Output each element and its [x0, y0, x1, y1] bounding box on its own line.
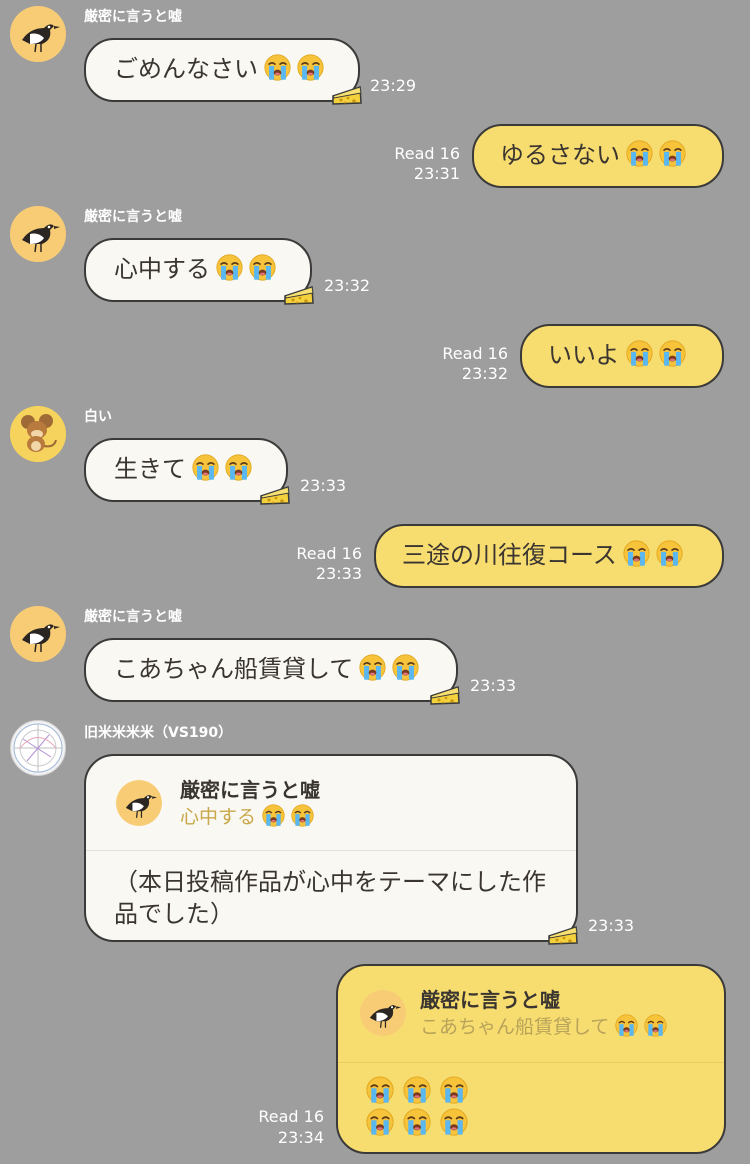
crying-emoji-icon [403, 1108, 431, 1136]
message-text: ゆるさない [500, 141, 620, 169]
quote-divider [338, 1062, 724, 1063]
bird-avatar[interactable] [10, 606, 66, 662]
crying-emoji-icon [659, 340, 686, 367]
reply-message-bubble[interactable]: 厳密に言うと嘘 心中する （本日投稿作品が心中をテーマにした作 品でした） [84, 754, 578, 942]
cheese-icon [284, 284, 314, 306]
cheese-icon [430, 684, 460, 706]
read-receipt: Read 16 [296, 544, 362, 563]
bird-avatar[interactable] [10, 206, 66, 262]
timestamp: 23:32 [324, 276, 371, 295]
crying-emoji-icon [392, 654, 419, 681]
crying-emoji-icon [403, 1076, 431, 1104]
message-bubble[interactable]: 心中する [84, 238, 312, 302]
crying-emoji-icon [626, 140, 653, 167]
crying-emoji-icon [297, 54, 324, 81]
sender-name: 厳密に言うと嘘 [84, 9, 182, 25]
crying-emoji-icon [644, 1014, 667, 1037]
quoted-sender: 厳密に言うと嘘 [180, 778, 320, 802]
timestamp: 23:32 [461, 364, 508, 383]
quoted-bird-avatar [116, 780, 162, 826]
sender-name: 厳密に言うと嘘 [84, 209, 182, 225]
crying-emoji-icon [440, 1108, 468, 1136]
crying-emoji-icon [249, 254, 276, 281]
message-bubble[interactable]: こあちゃん船賃貸して [84, 638, 458, 702]
crying-emoji-icon [623, 540, 650, 567]
crying-emoji-icon [216, 254, 243, 281]
chat-screen: { "messages": { "m1": {"sender": "厳密に言うと… [0, 0, 750, 1164]
message-bubble[interactable]: 三途の川往復コース [374, 524, 724, 588]
timestamp: 23:34 [277, 1128, 324, 1147]
quoted-message: 心中する [180, 802, 314, 829]
sender-name: 白い [84, 409, 112, 425]
cheese-icon [332, 84, 362, 106]
crying-emoji-icon [225, 454, 252, 481]
cheese-icon [260, 484, 290, 506]
message-bubble[interactable]: ゆるさない [472, 124, 724, 188]
read-receipt: Read 16 [258, 1107, 324, 1126]
message-text: いいよ [548, 341, 620, 369]
read-receipt: Read 16 [442, 344, 508, 363]
timestamp: 23:29 [370, 76, 417, 95]
timestamp: 23:33 [300, 476, 347, 495]
crying-emoji-icon [615, 1014, 638, 1037]
message-text: （本日投稿作品が心中をテーマにした作 品でした） [114, 868, 546, 928]
crying-emoji-icon [291, 804, 314, 827]
message-text: ごめんなさい [114, 55, 258, 83]
quoted-sender: 厳密に言うと嘘 [420, 988, 560, 1012]
quote-divider [86, 850, 576, 851]
timestamp: 23:33 [588, 916, 635, 935]
reply-message-bubble[interactable]: 厳密に言うと嘘 こあちゃん船賃貸して [336, 964, 726, 1154]
mouse-avatar[interactable] [10, 406, 66, 462]
crying-emoji-icon [359, 654, 386, 681]
sender-name: 厳密に言うと嘘 [84, 609, 182, 625]
crying-emoji-icon [440, 1076, 468, 1104]
crying-emoji-icon [264, 54, 291, 81]
timestamp: 23:33 [315, 564, 362, 583]
emoji-message [366, 1076, 468, 1140]
crying-emoji-icon [262, 804, 285, 827]
crying-emoji-icon [626, 340, 653, 367]
message-text: 生きて [114, 455, 186, 483]
message-bubble[interactable]: ごめんなさい [84, 38, 360, 102]
quoted-message: こあちゃん船賃貸して [420, 1012, 667, 1039]
sender-name: 旧米米米米（VS190） [84, 725, 233, 741]
crying-emoji-icon [366, 1108, 394, 1136]
cheese-icon [548, 924, 578, 946]
crying-emoji-icon [192, 454, 219, 481]
timestamp: 23:31 [413, 164, 460, 183]
chart-avatar[interactable] [10, 720, 66, 776]
message-text: 三途の川往復コース [402, 541, 617, 569]
message-bubble[interactable]: 生きて [84, 438, 288, 502]
quoted-bird-avatar [360, 990, 406, 1036]
message-text: こあちゃん船賃貸して [114, 655, 354, 683]
crying-emoji-icon [659, 140, 686, 167]
crying-emoji-icon [656, 540, 683, 567]
message-bubble[interactable]: いいよ [520, 324, 724, 388]
message-text: 心中する [114, 255, 210, 283]
bird-avatar[interactable] [10, 6, 66, 62]
crying-emoji-icon [366, 1076, 394, 1104]
timestamp: 23:33 [470, 676, 517, 695]
read-receipt: Read 16 [394, 144, 460, 163]
